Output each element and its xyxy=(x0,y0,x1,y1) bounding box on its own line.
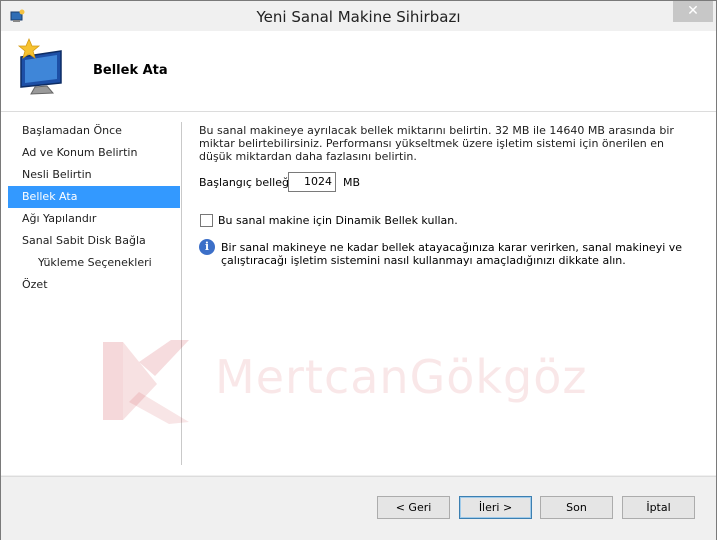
nav-item-before-you-begin[interactable]: Başlamadan Önce xyxy=(8,120,180,142)
info-text: Bir sanal makineye ne kadar bellek ataya… xyxy=(221,241,683,267)
wizard-footer: < Geri İleri > Son İptal xyxy=(1,476,716,540)
nav-item-name-location[interactable]: Ad ve Konum Belirtin xyxy=(8,142,180,164)
startup-memory-label: Başlangıç belleği: xyxy=(199,176,296,189)
wizard-window: Yeni Sanal Makine Sihirbazı ✕ Bellek Ata… xyxy=(0,0,717,540)
watermark-logo-icon xyxy=(103,340,189,424)
info-icon: i xyxy=(199,239,215,255)
wizard-header: Bellek Ata xyxy=(1,31,716,112)
nav-item-assign-memory[interactable]: Bellek Ata xyxy=(8,186,180,208)
new-virtual-machine-icon xyxy=(17,37,62,95)
step-navigation: Başlamadan Önce Ad ve Konum Belirtin Nes… xyxy=(8,120,180,296)
nav-item-configure-network[interactable]: Ağı Yapılandır xyxy=(8,208,180,230)
wizard-content: Başlamadan Önce Ad ve Konum Belirtin Nes… xyxy=(1,112,716,475)
nav-item-install-options[interactable]: Yükleme Seçenekleri xyxy=(8,252,180,274)
startup-memory-unit: MB xyxy=(343,176,361,189)
watermark: MertcanGökgöz xyxy=(99,332,659,452)
back-button[interactable]: < Geri xyxy=(377,496,450,519)
nav-item-generation[interactable]: Nesli Belirtin xyxy=(8,164,180,186)
dynamic-memory-label[interactable]: Bu sanal makine için Dinamik Bellek kull… xyxy=(218,214,458,227)
memory-panel: Bu sanal makineye ayrılacak bellek mikta… xyxy=(199,124,689,267)
nav-item-connect-vhd[interactable]: Sanal Sabit Disk Bağla xyxy=(8,230,180,252)
watermark-text: MertcanGökgöz xyxy=(215,350,588,404)
title-bar[interactable]: Yeni Sanal Makine Sihirbazı ✕ xyxy=(1,1,716,31)
dynamic-memory-checkbox[interactable] xyxy=(200,214,213,227)
memory-description: Bu sanal makineye ayrılacak bellek mikta… xyxy=(199,124,674,163)
vertical-divider xyxy=(181,122,182,465)
finish-button[interactable]: Son xyxy=(540,496,613,519)
window-title: Yeni Sanal Makine Sihirbazı xyxy=(256,8,461,26)
close-button[interactable]: ✕ xyxy=(673,1,713,22)
page-title: Bellek Ata xyxy=(93,63,168,78)
next-button[interactable]: İleri > xyxy=(459,496,532,519)
cancel-button[interactable]: İptal xyxy=(622,496,695,519)
nav-item-summary[interactable]: Özet xyxy=(8,274,180,296)
startup-memory-input[interactable]: 1024 xyxy=(288,172,336,192)
close-icon: ✕ xyxy=(687,3,699,19)
